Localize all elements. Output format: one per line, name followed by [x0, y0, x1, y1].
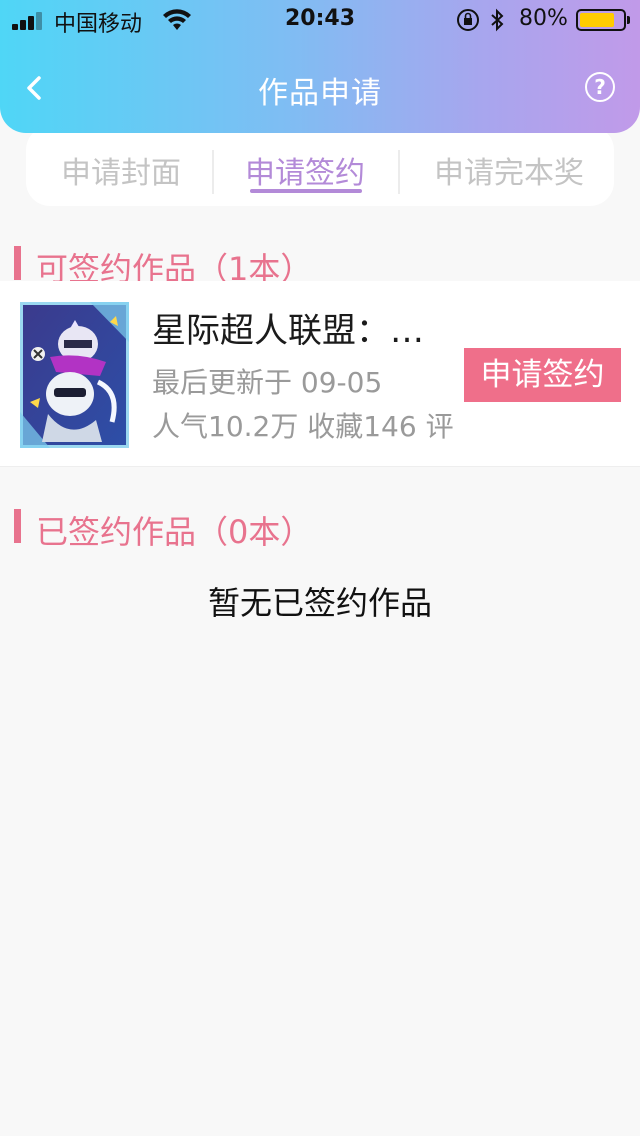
tab-divider — [212, 150, 214, 194]
active-tab-indicator — [250, 189, 362, 193]
tab-bar: 申请封面 申请签约 申请完本奖 — [26, 126, 614, 206]
book-cover-image[interactable] — [20, 302, 129, 448]
tab-apply-cover[interactable]: 申请封面 — [60, 148, 182, 192]
apply-contract-button[interactable]: 申请签约 — [464, 348, 621, 402]
battery-level-fill — [580, 13, 614, 27]
tab-apply-completion-award[interactable]: 申请完本奖 — [428, 148, 590, 192]
page-title: 作品申请 — [258, 76, 382, 111]
status-bar: 中国移动 20:43 80% — [0, 0, 640, 40]
signed-section-title: 已签约作品（0本） — [36, 513, 313, 551]
tab-divider — [398, 150, 400, 194]
battery-percent: 80% — [519, 6, 568, 31]
work-stats: 人气10.2万 收藏146 评 — [152, 410, 454, 443]
section-accent-bar — [14, 509, 21, 543]
work-title[interactable]: 星际超人联盟：… — [152, 303, 462, 352]
work-list-item[interactable]: 星际超人联盟：… 最后更新于 09-05 人气10.2万 收藏146 评 申请签… — [0, 281, 640, 467]
tab-apply-contract[interactable]: 申请签约 — [244, 148, 366, 192]
battery-icon — [576, 9, 630, 31]
section-accent-bar — [14, 246, 21, 280]
help-icon[interactable]: ? — [585, 72, 615, 102]
app-header: 中国移动 20:43 80% 作品申请 ? — [0, 0, 640, 133]
work-last-updated: 最后更新于 09-05 — [152, 366, 383, 399]
bluetooth-icon — [491, 8, 504, 32]
rotation-lock-icon — [457, 9, 479, 31]
empty-state-message: 暂无已签约作品 — [207, 584, 432, 622]
